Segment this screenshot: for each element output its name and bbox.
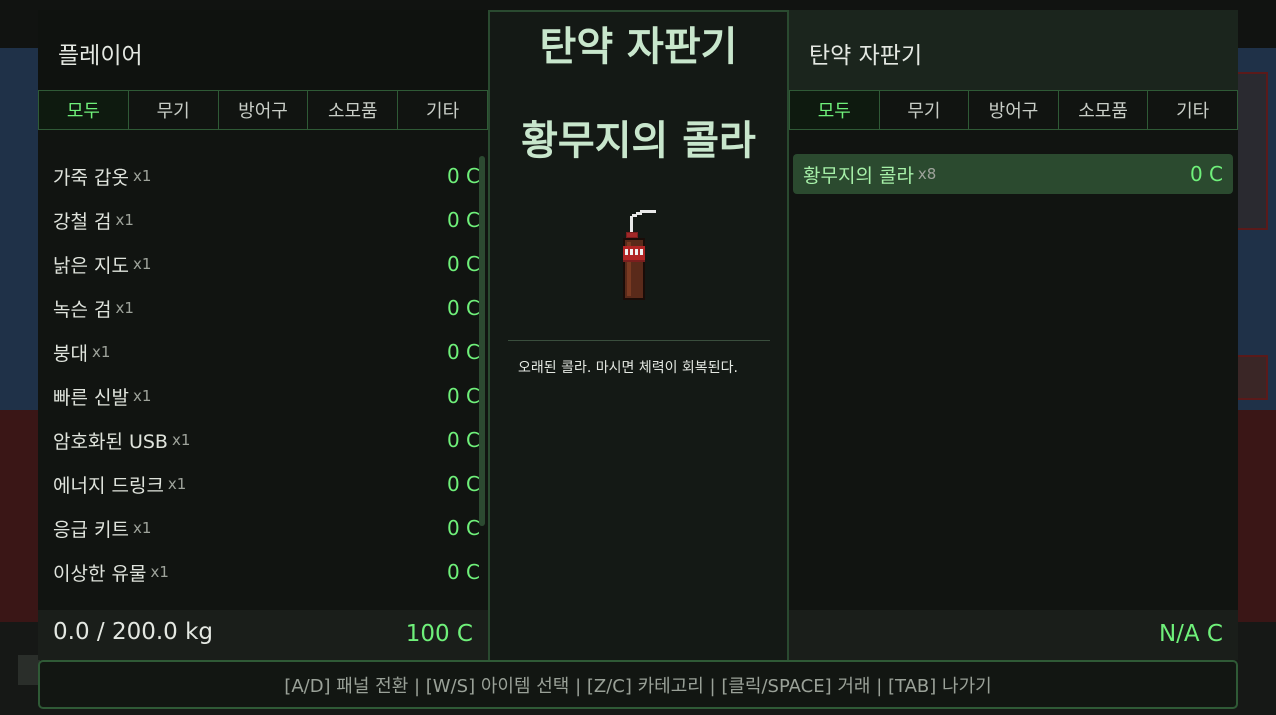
tab-all[interactable]: 모두 [39, 91, 129, 129]
list-item[interactable]: 낡은 지도 x1 0 C [38, 242, 488, 286]
tab-all[interactable]: 모두 [790, 91, 880, 129]
tab-consumables[interactable]: 소모품 [308, 91, 399, 129]
list-item[interactable]: 이상한 유물 x1 0 C [38, 550, 488, 594]
item-quantity: x8 [917, 165, 937, 183]
item-name: 이상한 유물 [53, 562, 147, 585]
tab-misc[interactable]: 기타 [1148, 91, 1238, 129]
player-inventory-panel: 플레이어 모두 무기 방어구 소모품 기타 가죽 갑옷 x1 0 C 강철 검 x1 0… [38, 10, 488, 660]
list-item[interactable]: 암호화된 USB x1 0 C [38, 418, 488, 462]
vendor-category-tabs: 모두 무기 방어구 소모품 기타 [789, 90, 1238, 130]
item-quantity: x1 [115, 211, 134, 229]
tab-armor[interactable]: 방어구 [219, 91, 309, 129]
item-quantity: x1 [171, 431, 191, 449]
scrollbar-thumb[interactable] [479, 156, 485, 526]
player-panel-footer: 0.0 / 200.0 kg 100 C [38, 610, 488, 660]
item-name: 낡은 지도 [53, 254, 129, 277]
vendor-panel-footer: N/A C [789, 610, 1238, 660]
player-item-list: 가죽 갑옷 x1 0 C 강철 검 x1 0 C 낡은 지도 x1 0 C 녹슨 검 x1 0 … [38, 154, 488, 594]
item-price: 0 C [446, 340, 480, 364]
player-category-tabs: 모두 무기 방어구 소모품 기타 [38, 90, 488, 130]
tab-armor[interactable]: 방어구 [969, 91, 1059, 129]
item-name: 빠른 신발 [53, 386, 129, 409]
list-item[interactable]: 황무지의 콜라 x8 0 C [793, 154, 1233, 194]
list-item[interactable]: 빠른 신발 x1 0 C [38, 374, 488, 418]
tab-weapons[interactable]: 무기 [129, 91, 219, 129]
shop-title: 탄약 자판기 [539, 24, 738, 70]
list-item[interactable]: 붕대 x1 0 C [38, 330, 488, 374]
item-quantity: x1 [91, 343, 111, 361]
item-name: 가죽 갑옷 [53, 166, 129, 189]
cola-bottle-icon [623, 210, 656, 300]
item-price: 0 C [446, 208, 480, 232]
tab-consumables[interactable]: 소모품 [1059, 91, 1149, 129]
game-scene-hud-fragment [18, 655, 40, 685]
item-description: 오래된 콜라. 마시면 체력이 회복된다. [518, 360, 738, 376]
item-quantity: x1 [132, 167, 152, 185]
detail-divider [508, 340, 770, 341]
list-item[interactable]: 강철 검 x1 0 C [38, 198, 488, 242]
item-quantity: x1 [132, 519, 152, 537]
item-quantity: x1 [132, 255, 152, 273]
item-name: 강철 검 [53, 210, 112, 233]
item-name: 황무지의 콜라 [803, 164, 914, 187]
vendor-inventory-panel: 탄약 자판기 모두 무기 방어구 소모품 기타 황무지의 콜라 x8 0 C N/A… [789, 10, 1238, 660]
item-quantity: x1 [115, 299, 134, 317]
item-price: 0 C [446, 384, 480, 408]
item-price: 0 C [446, 296, 480, 320]
item-price: 0 C [446, 252, 480, 276]
item-price: 0 C [1189, 162, 1223, 186]
tab-weapons[interactable]: 무기 [880, 91, 970, 129]
item-name: 녹슨 검 [53, 298, 112, 321]
item-name: 응급 키트 [53, 518, 129, 541]
item-quantity: x1 [150, 563, 169, 581]
item-price: 0 C [446, 560, 480, 584]
item-quantity: x1 [167, 475, 187, 493]
vendor-panel-title: 탄약 자판기 [789, 10, 1238, 90]
player-money: 100 C [405, 621, 473, 647]
player-list-scrollbar[interactable] [479, 156, 485, 526]
item-name: 에너지 드링크 [53, 474, 164, 497]
item-price: 0 C [446, 516, 480, 540]
list-item[interactable]: 가죽 갑옷 x1 0 C [38, 154, 488, 198]
item-quantity: x1 [132, 387, 152, 405]
item-detail-panel: 탄약 자판기 황무지의 콜라 오래된 콜라. 마시면 체력이 회복된다. [488, 10, 789, 660]
item-price: 0 C [446, 428, 480, 452]
item-name: 암호화된 USB [53, 430, 168, 453]
carry-weight: 0.0 / 200.0 kg [53, 619, 214, 645]
list-item[interactable]: 녹슨 검 x1 0 C [38, 286, 488, 330]
list-item[interactable]: 에너지 드링크 x1 0 C [38, 462, 488, 506]
selected-item-name: 황무지의 콜라 [521, 118, 756, 164]
tab-misc[interactable]: 기타 [398, 91, 488, 129]
item-name: 붕대 [53, 342, 88, 365]
player-panel-title: 플레이어 [38, 10, 488, 90]
vendor-money: N/A C [1158, 621, 1223, 647]
controls-hint-bar: [A/D] 패널 전환 | [W/S] 아이템 선택 | [Z/C] 카테고리 … [38, 660, 1238, 709]
list-item[interactable]: 응급 키트 x1 0 C [38, 506, 488, 550]
item-price: 0 C [446, 472, 480, 496]
item-price: 0 C [446, 164, 480, 188]
vendor-item-list: 황무지의 콜라 x8 0 C [793, 154, 1233, 194]
